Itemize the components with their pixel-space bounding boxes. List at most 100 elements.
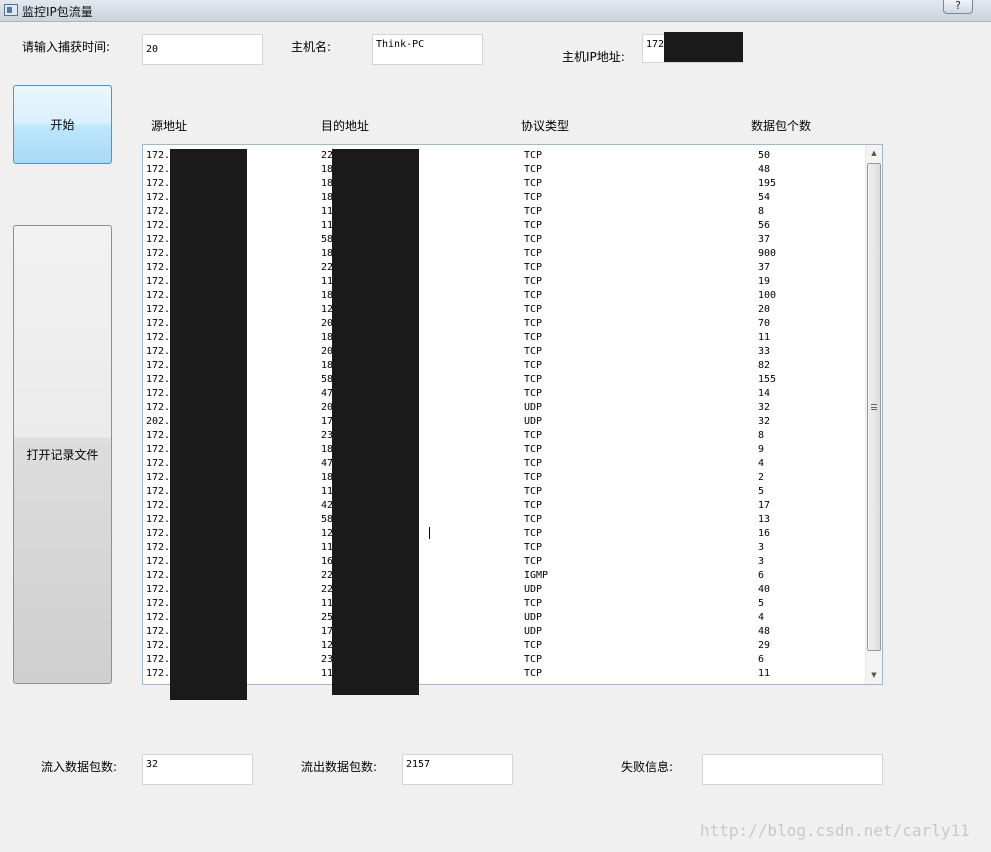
table-row[interactable]: 172. 20 UDP 32 [143, 401, 863, 415]
table-row[interactable]: 172. 58 TCP 13 [143, 513, 863, 527]
protocol-cell: UDP [524, 626, 543, 637]
packet-count-cell: 8 [758, 206, 765, 217]
table-row[interactable]: 172. 22 UDP 40 [143, 583, 863, 597]
protocol-cell: TCP [524, 542, 543, 553]
packet-count-cell: 20 [758, 304, 771, 315]
source-address-cell: 172. [146, 164, 171, 175]
watermark: http://blog.csdn.net/carly11 [700, 821, 970, 840]
packet-count-cell: 9 [758, 444, 765, 455]
table-row[interactable]: 172. 11 TCP 8 [143, 205, 863, 219]
table-row[interactable]: 172. 58 TCP 155 [143, 373, 863, 387]
error-info-field[interactable] [702, 754, 883, 785]
table-row[interactable]: 172. 18 TCP 100 [143, 289, 863, 303]
table-row[interactable]: 172. 47 TCP 4 [143, 457, 863, 471]
help-button[interactable]: ? [943, 0, 973, 14]
packet-count-cell: 900 [758, 248, 777, 259]
source-address-cell: 172. [146, 668, 171, 679]
packet-count-cell: 40 [758, 584, 771, 595]
source-address-cell: 172. [146, 444, 171, 455]
table-row[interactable]: 172. 23 TCP 6 [143, 653, 863, 667]
table-row[interactable]: 172. 18 TCP 82 [143, 359, 863, 373]
scroll-thumb[interactable] [867, 163, 881, 651]
source-address-cell: 172. [146, 472, 171, 483]
inbound-packets-field[interactable]: 32 [142, 754, 253, 785]
error-info-label: 失败信息: [621, 760, 674, 774]
protocol-cell: TCP [524, 346, 543, 357]
window-title: 监控IP包流量 [22, 5, 93, 19]
packet-count-cell: 16 [758, 528, 771, 539]
table-row[interactable]: 172. 25 UDP 4 [143, 611, 863, 625]
protocol-cell: TCP [524, 304, 543, 315]
table-row[interactable]: 172. 18 TCP 48 [143, 163, 863, 177]
outbound-packets-field[interactable]: 2157 [402, 754, 513, 785]
start-button[interactable]: 开始 [13, 85, 112, 164]
protocol-cell: TCP [524, 178, 543, 189]
header-protocol-type: 协议类型 [521, 119, 570, 133]
table-row[interactable]: 172. 20 TCP 70 [143, 317, 863, 331]
protocol-cell: UDP [524, 402, 543, 413]
packet-count-cell: 4 [758, 612, 765, 623]
table-row[interactable]: 172. 18 TCP 195 [143, 177, 863, 191]
protocol-cell: TCP [524, 514, 543, 525]
table-row[interactable]: 172. 22 TCP 50 [143, 149, 863, 163]
source-address-cell: 172. [146, 598, 171, 609]
table-row[interactable]: 172. 12 TCP 16 [143, 527, 863, 541]
source-address-cell: 172. [146, 542, 171, 553]
table-row[interactable]: 172. 18 TCP 11 [143, 331, 863, 345]
packet-count-cell: 32 [758, 416, 771, 427]
source-address-cell: 202. [146, 416, 171, 427]
scroll-down-arrow-icon[interactable]: ▼ [866, 667, 882, 684]
table-row[interactable]: 172. 47 TCP 14 [143, 387, 863, 401]
table-row[interactable]: 172. 18 TCP 9 [143, 443, 863, 457]
protocol-cell: TCP [524, 192, 543, 203]
packet-count-cell: 70 [758, 318, 771, 329]
source-address-cell: 172. [146, 570, 171, 581]
source-address-cell: 172. [146, 360, 171, 371]
packet-count-cell: 37 [758, 262, 771, 273]
table-row[interactable]: 172. 12 TCP 29 [143, 639, 863, 653]
table-row[interactable]: 172. 11 TCP 56 [143, 219, 863, 233]
table-row[interactable]: 172. 42 TCP 17 [143, 499, 863, 513]
source-address-cell: 172. [146, 388, 171, 399]
open-log-file-button[interactable]: 打开记录文件 [13, 225, 112, 684]
protocol-cell: TCP [524, 150, 543, 161]
packet-count-cell: 48 [758, 164, 771, 175]
protocol-cell: TCP [524, 388, 543, 399]
vertical-scrollbar[interactable]: ▲ ▼ [865, 145, 882, 684]
scroll-up-arrow-icon[interactable]: ▲ [866, 145, 882, 162]
packet-count-cell: 3 [758, 556, 765, 567]
table-row[interactable]: 172. 18 TCP 54 [143, 191, 863, 205]
source-address-cell: 172. [146, 234, 171, 245]
source-address-cell: 172. [146, 584, 171, 595]
table-row[interactable]: 172. 11 TCP 5 [143, 485, 863, 499]
packet-count-cell: 50 [758, 150, 771, 161]
grip-icon [871, 404, 877, 410]
packet-count-cell: 195 [758, 178, 777, 189]
table-row[interactable]: 172. 17 UDP 48 [143, 625, 863, 639]
packet-count-cell: 6 [758, 570, 765, 581]
table-row[interactable]: 172. 22 IGMP 6 [143, 569, 863, 583]
table-row[interactable]: 172. 11 TCP 3 [143, 541, 863, 555]
packet-count-cell: 6 [758, 654, 765, 665]
table-row[interactable]: 172. 11 TCP 19 [143, 275, 863, 289]
source-address-cell: 172. [146, 374, 171, 385]
capture-time-input[interactable]: 20 [142, 34, 263, 65]
table-row[interactable]: 172. 11 TCP 11 [143, 667, 863, 681]
header-destination-address: 目的地址 [321, 119, 370, 133]
table-row[interactable]: 172. 18 TCP 2 [143, 471, 863, 485]
table-row[interactable]: 172. 12 TCP 20 [143, 303, 863, 317]
protocol-cell: TCP [524, 262, 543, 273]
packet-list[interactable]: 172. 22 TCP 50 172. 18 TCP 48 172. 18 TCP 195 172. 18… [142, 144, 883, 685]
table-row[interactable]: 172. 18 TCP 900 [143, 247, 863, 261]
packet-count-cell: 5 [758, 598, 765, 609]
table-row[interactable]: 172. 16 TCP 3 [143, 555, 863, 569]
table-row[interactable]: 172. 22 TCP 37 [143, 261, 863, 275]
table-row[interactable]: 172. 23 TCP 8 [143, 429, 863, 443]
table-row[interactable]: 172. 20 TCP 33 [143, 345, 863, 359]
table-row[interactable]: 172. 11 TCP 5 [143, 597, 863, 611]
host-name-input[interactable]: Think-PC [372, 34, 483, 65]
table-row[interactable]: 202. 17 UDP 32 [143, 415, 863, 429]
source-address-cell: 172. [146, 346, 171, 357]
table-row[interactable]: 172. 58 TCP 37 [143, 233, 863, 247]
packet-count-cell: 5 [758, 486, 765, 497]
